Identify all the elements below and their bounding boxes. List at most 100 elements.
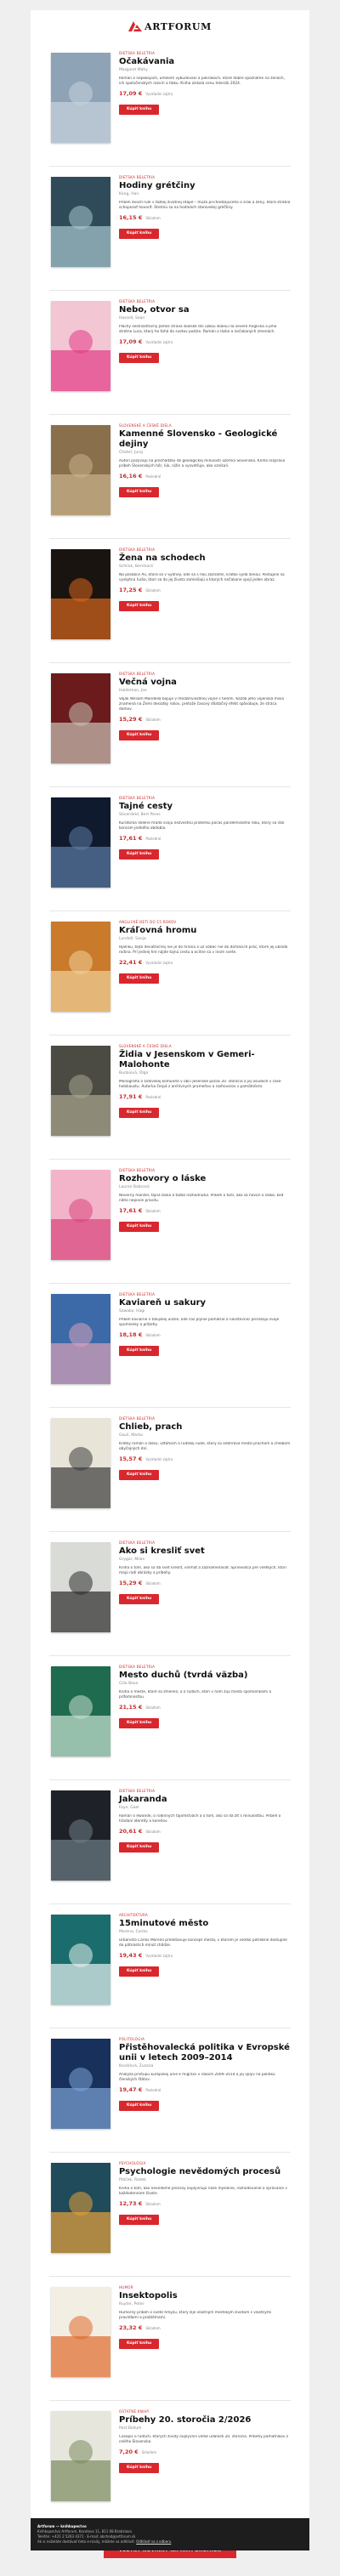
buy-button[interactable]: Kúpiť knihu	[119, 105, 160, 115]
cover-art-icon	[51, 1915, 110, 2005]
buy-button[interactable]: Kúpiť knihu	[119, 730, 160, 740]
book-title[interactable]: Jakaranda	[119, 1795, 291, 1805]
book-author: Cilla Boon	[119, 1682, 139, 1686]
book-title[interactable]: 15minutové město	[119, 1919, 291, 1929]
cover-art-icon	[51, 673, 110, 763]
unsubscribe-link[interactable]: Odhlásiť sa z odberu	[136, 2539, 171, 2544]
book-cover-image[interactable]	[51, 2039, 110, 2129]
book-description: Kniha o meste, ktoré sa zmenilo, a o ľuď…	[119, 1690, 272, 1699]
footer-name: Artforum — kníhkupectvo	[37, 2524, 87, 2528]
book-title[interactable]: Židia v Jesenskom v Gemeri-Malohonte	[119, 1050, 291, 1070]
buy-button[interactable]: Kúpiť knihu	[119, 1222, 160, 1232]
cover-art-icon	[51, 797, 110, 888]
book-author: Budaiová, Olga	[119, 1071, 149, 1075]
book-cover-image[interactable]	[51, 2411, 110, 2501]
buy-button[interactable]: Kúpiť knihu	[119, 2463, 160, 2473]
book-price: 16,15 €	[119, 214, 143, 221]
book-price: 15,29 €	[119, 1580, 143, 1586]
buy-button[interactable]: Kúpiť knihu	[119, 2339, 160, 2349]
book-cover-image[interactable]	[51, 922, 110, 1012]
buy-button[interactable]: Kúpiť knihu	[119, 487, 160, 497]
book-title[interactable]: Chlieb, prach	[119, 1422, 291, 1433]
book-title[interactable]: Večná vojna	[119, 678, 291, 688]
book-category: DIETSKA BELETRIA	[119, 1665, 156, 1669]
book-category: DIETSKA BELETRIA	[119, 548, 156, 552]
book-cover-image[interactable]	[51, 1542, 110, 1632]
book-title[interactable]: Ako si kresliť svet	[119, 1546, 291, 1557]
book-title[interactable]: Kráľovná hromu	[119, 926, 291, 936]
book-item: POLITOLÓGIA Přistěhovalecká politika v Ev…	[49, 2028, 291, 2153]
buy-button[interactable]: Kúpiť knihu	[119, 601, 160, 611]
buy-button[interactable]: Kúpiť knihu	[119, 1594, 160, 1604]
book-author: Schlink, Bernhard	[119, 565, 153, 569]
availability-status: Posledné	[145, 474, 162, 479]
book-cover-image[interactable]	[51, 549, 110, 639]
book-category: ARCHITEKTÚRA	[119, 1913, 148, 1917]
book-title[interactable]: Přistěhovalecká politika v Evropské unii…	[119, 2043, 291, 2063]
availability-status: Skladom	[145, 1830, 161, 1834]
book-cover-image[interactable]	[51, 1666, 110, 1756]
book-title[interactable]: Kaviareň u sakury	[119, 1298, 291, 1308]
book-title[interactable]: Nebo, otvor sa	[119, 305, 291, 315]
book-price: 17,61 €	[119, 1207, 143, 1214]
cover-art-icon	[51, 1294, 110, 1384]
artforum-logo[interactable]: ARTFORUM	[128, 21, 212, 32]
book-cover-image[interactable]	[51, 177, 110, 267]
cover-art-icon	[51, 1418, 110, 1508]
book-title[interactable]: Psychologie nevědomých procesů	[119, 2167, 291, 2177]
book-title[interactable]: Očakávania	[119, 57, 291, 67]
buy-button[interactable]: Kúpiť knihu	[119, 849, 160, 860]
book-category: DIETSKA BELETRIA	[119, 299, 156, 304]
buy-button[interactable]: Kúpiť knihu	[119, 2215, 160, 2225]
buy-button[interactable]: Kúpiť knihu	[119, 1346, 160, 1356]
buy-button[interactable]: Kúpiť knihu	[119, 1966, 160, 1977]
book-cover-image[interactable]	[51, 797, 110, 888]
buy-button[interactable]: Kúpiť knihu	[119, 1470, 160, 1480]
book-cover-image[interactable]	[51, 1418, 110, 1508]
book-item: SLOVENSKÉ A ČESKÉ DIELA Kamenné Slovensko…	[49, 415, 291, 539]
availability-status: Skladom	[145, 1333, 161, 1337]
buy-button[interactable]: Kúpiť knihu	[119, 2101, 160, 2111]
cover-art-icon	[51, 177, 110, 267]
book-price: 17,61 €	[119, 835, 143, 842]
footer-note: Ak si neželáte dostávať tieto e-maily, m…	[37, 2539, 135, 2544]
book-cover-image[interactable]	[51, 1790, 110, 1881]
availability-status: Skladom	[145, 2202, 161, 2206]
buy-button[interactable]: Kúpiť knihu	[119, 229, 160, 239]
book-title[interactable]: Insektopolis	[119, 2291, 291, 2301]
buy-button[interactable]: Kúpiť knihu	[119, 353, 160, 363]
book-description: Príbeh dvoch ľudí v ťažkej životnej etap…	[119, 201, 291, 210]
logo-text: ARTFORUM	[144, 20, 212, 32]
book-title[interactable]: Hodiny grétčiny	[119, 181, 291, 191]
book-item: DIETSKA BELETRIA Chlieb, prach Gauš, Marko…	[49, 1408, 291, 1532]
book-author: Haldeman, Joe	[119, 689, 147, 693]
buy-button[interactable]: Kúpiť knihu	[119, 1108, 160, 1118]
book-price: 22,41 €	[119, 959, 143, 966]
book-cover-image[interactable]	[51, 1294, 110, 1384]
book-category: SLOVENSKÉ A ČESKÉ DIELA	[119, 423, 172, 428]
book-cover-image[interactable]	[51, 2287, 110, 2377]
book-description: Kurátorka Valérie hľadá svoju nezvestnú …	[119, 821, 285, 831]
book-title[interactable]: Kamenné Slovensko - Geologické dejiny	[119, 429, 291, 450]
book-title[interactable]: Príbehy 20. storočia 2/2026	[119, 2415, 291, 2426]
book-description: Plachý šestnásťročný James stráva školsk…	[119, 325, 277, 334]
book-title[interactable]: Rozhovory o láske	[119, 1174, 291, 1184]
book-description: Hjalliku, tejto deväťročnej nie je do hr…	[119, 945, 288, 955]
book-cover-image[interactable]	[51, 2163, 110, 2253]
book-item: HUMOR Insektopolis Ruyter, Peter Humorný pr…	[49, 2277, 291, 2401]
book-cover-image[interactable]	[51, 53, 110, 143]
buy-button[interactable]: Kúpiť knihu	[119, 973, 160, 984]
book-title[interactable]: Tajné cesty	[119, 802, 291, 812]
book-title[interactable]: Mesto duchů (tvrdá väzba)	[119, 1671, 291, 1681]
book-cover-image[interactable]	[51, 673, 110, 763]
book-cover-image[interactable]	[51, 1170, 110, 1260]
buy-button[interactable]: Kúpiť knihu	[119, 1842, 160, 1853]
book-description: Urbanista Carlos Moreno predstavuje konc…	[119, 1938, 287, 1948]
book-cover-image[interactable]	[51, 425, 110, 515]
book-cover-image[interactable]	[51, 1046, 110, 1136]
book-description: Kniha o tom, ako nevedomé procesy ovplyv…	[119, 2187, 287, 2196]
buy-button[interactable]: Kúpiť knihu	[119, 1718, 160, 1728]
book-cover-image[interactable]	[51, 301, 110, 391]
book-cover-image[interactable]	[51, 1915, 110, 2005]
book-title[interactable]: Žena na schodech	[119, 553, 291, 564]
